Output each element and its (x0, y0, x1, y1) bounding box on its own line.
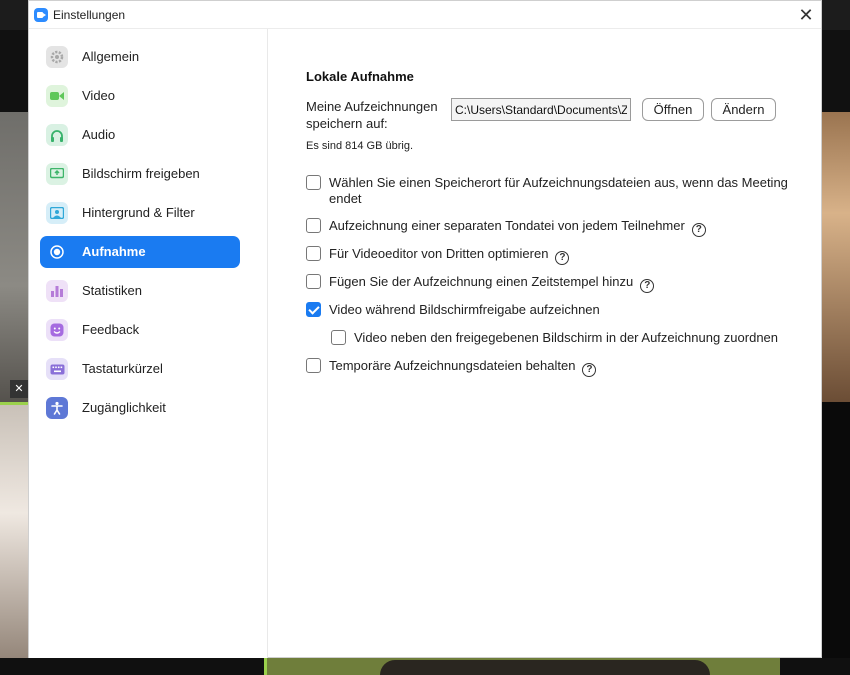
help-icon[interactable]: ? (555, 251, 570, 265)
video-camera-icon (46, 85, 68, 107)
recording-path-input[interactable] (451, 98, 631, 121)
settings-sidebar: Allgemein Video Audio Bildschirm freigeb… (29, 29, 268, 658)
sidebar-item-label: Tastaturkürzel (82, 361, 163, 376)
checkbox-keep-temp-files[interactable] (306, 358, 321, 373)
muted-pin-icon: ✕ (10, 380, 28, 398)
checkbox-video-next-to-screen[interactable] (331, 330, 346, 345)
help-icon[interactable]: ? (582, 363, 597, 377)
change-folder-button[interactable]: Ändern (711, 98, 776, 121)
sidebar-item-label: Video (82, 88, 116, 103)
option-label: Temporäre Aufzeichnungsdateien behalten (329, 358, 576, 373)
sidebar-item-bildschirm-freigeben[interactable]: Bildschirm freigeben (40, 158, 240, 190)
option-label-row: Für Videoeditor von Dritten optimieren? (329, 246, 570, 265)
background-video-tile (822, 112, 850, 402)
option-label: Für Videoeditor von Dritten optimieren (329, 246, 549, 261)
record-icon (46, 241, 68, 263)
gear-icon (46, 46, 68, 68)
sidebar-item-label: Hintergrund & Filter (82, 205, 195, 220)
checkbox-timestamp[interactable] (306, 274, 321, 289)
window-title: Einstellungen (53, 8, 126, 22)
option-label: Video neben den freigegebenen Bildschirm… (354, 330, 779, 345)
accessibility-icon (46, 397, 68, 419)
option-label: Aufzeichnung einer separaten Tondatei vo… (329, 218, 685, 233)
sidebar-item-label: Statistiken (82, 283, 142, 298)
keyboard-icon (46, 358, 68, 380)
sidebar-item-statistiken[interactable]: Statistiken (40, 275, 240, 307)
sidebar-item-aufnahme[interactable]: Aufnahme (40, 236, 240, 268)
recording-settings-panel: Lokale Aufnahme Meine Aufzeichnungen spe… (269, 29, 822, 658)
sidebar-item-video[interactable]: Video (40, 80, 240, 112)
background-video-tile (0, 402, 28, 675)
smiley-icon (46, 319, 68, 341)
background-video-tile (0, 112, 28, 402)
option-label-row: Fügen Sie der Aufzeichnung einen Zeitste… (329, 274, 655, 293)
checkbox-third-party-editor[interactable] (306, 246, 321, 261)
sidebar-item-label: Zugänglichkeit (82, 400, 166, 415)
help-icon[interactable]: ? (691, 223, 706, 237)
sidebar-item-allgemein[interactable]: Allgemein (40, 41, 240, 73)
sidebar-item-label: Bildschirm freigeben (82, 166, 200, 181)
screen-share-icon (46, 163, 68, 185)
sidebar-item-label: Audio (82, 127, 116, 142)
bar-chart-icon (46, 280, 68, 302)
sidebar-item-feedback[interactable]: Feedback (40, 314, 240, 346)
background-icon (46, 202, 68, 224)
title-bar: Einstellungen ✕ (29, 1, 821, 29)
open-folder-button[interactable]: Öffnen (642, 98, 704, 121)
sidebar-item-hintergrund-filter[interactable]: Hintergrund & Filter (40, 197, 240, 229)
free-space-text: Es sind 814 GB übrig. (306, 140, 414, 152)
option-label-row: Temporäre Aufzeichnungsdateien behalten? (329, 358, 597, 377)
help-icon[interactable]: ? (640, 279, 655, 293)
sidebar-item-audio[interactable]: Audio (40, 119, 240, 151)
background-participant (380, 660, 710, 675)
sidebar-item-label: Feedback (82, 322, 140, 337)
checkbox-separate-audio[interactable] (306, 218, 321, 233)
background-video-tile (822, 402, 850, 675)
checkbox-record-video-screenshare[interactable] (306, 302, 321, 317)
headphones-icon (46, 124, 68, 146)
sidebar-item-label: Aufnahme (82, 244, 146, 259)
checkbox-choose-location[interactable] (306, 175, 321, 190)
option-label: Wählen Sie einen Speicherort für Aufzeic… (329, 175, 788, 206)
close-button[interactable]: ✕ (791, 1, 821, 29)
sidebar-item-label: Allgemein (82, 49, 140, 64)
sidebar-item-zugaenglichkeit[interactable]: Zugänglichkeit (40, 392, 240, 424)
sidebar-item-tastaturkuerzel[interactable]: Tastaturkürzel (40, 353, 240, 385)
section-title: Lokale Aufnahme (306, 69, 414, 84)
settings-window: Einstellungen ✕ Allgemein Video Audio Bi… (28, 0, 822, 658)
option-label: Fügen Sie der Aufzeichnung einen Zeitste… (329, 274, 634, 289)
recording-path-label: Meine Aufzeichnungen speichern auf: (306, 99, 438, 131)
option-label-row: Aufzeichnung einer separaten Tondatei vo… (329, 218, 706, 237)
zoom-app-icon (34, 8, 48, 22)
option-label: Video während Bildschirmfreigabe aufzeic… (329, 302, 600, 317)
